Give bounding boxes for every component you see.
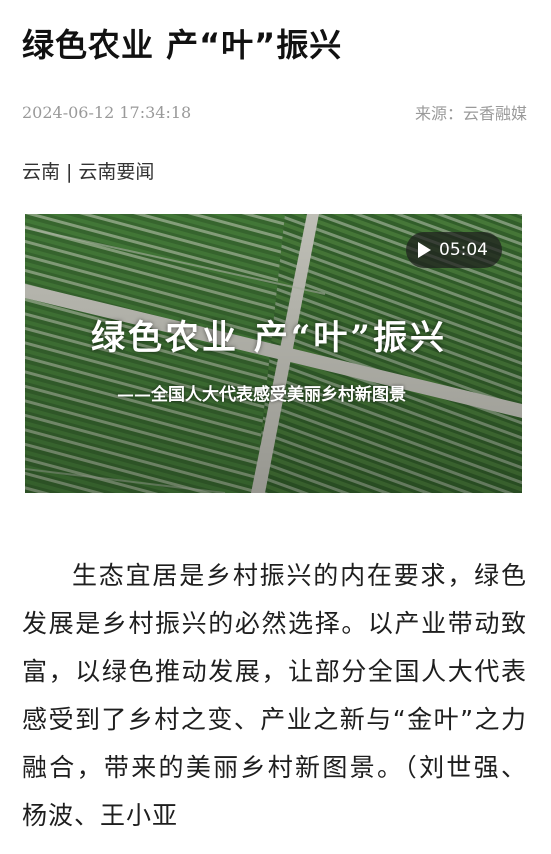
video-overlay-subtitle: ——全国人大代表感受美丽乡村新图景 [117,385,406,405]
play-icon [418,242,431,258]
source-label: 来源：云香融媒 [414,104,527,123]
video-duration: 05:04 [439,240,488,260]
category-link-primary[interactable]: 云南 [22,161,60,183]
publish-date: 2024-06-12 17:34:18 [22,102,192,122]
video-overlay-title: 绿色农业 产“叶”振兴 [91,318,447,358]
article-body: 生态宜居是乡村振兴的内在要求，绿色发展是乡村振兴的必然选择。以产业带动致富，以绿… [22,561,527,830]
play-duration-button[interactable]: 05:04 [406,232,502,268]
article-meta: 2024-06-12 17:34:18 来源：云香融媒 [22,100,527,124]
video-player[interactable]: 绿色农业 产“叶”振兴 ——全国人大代表感受美丽乡村新图景 05:04 [25,214,522,493]
breadcrumb: 云南 | 云南要闻 [22,157,154,184]
article-title: 绿色农业 产“叶”振兴 [22,26,343,64]
category-link-secondary[interactable]: 云南要闻 [78,161,154,183]
breadcrumb-separator: | [66,161,73,183]
